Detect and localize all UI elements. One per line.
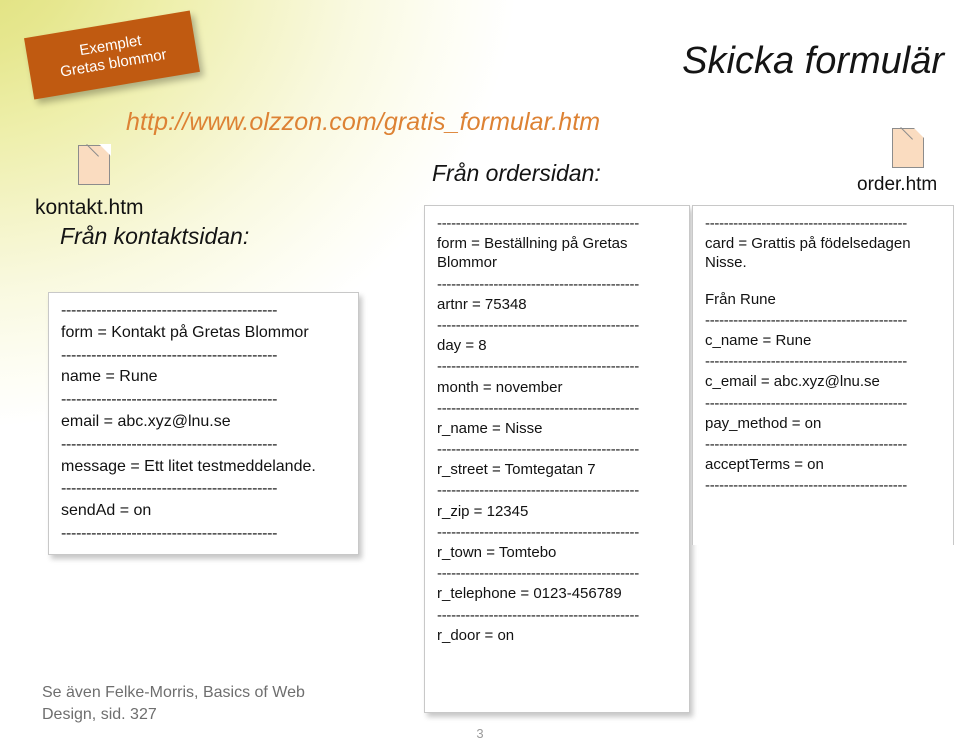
data-row: c_email = abc.xyz@lnu.se <box>705 373 880 391</box>
separator-line: ----------------------------------------… <box>705 311 907 329</box>
separator-line: ----------------------------------------… <box>61 302 278 319</box>
data-row: pay_method = on <box>705 414 822 432</box>
data-row: form = Kontakt på Gretas Blommor <box>61 323 309 341</box>
data-row: Från Rune <box>705 290 776 308</box>
data-row: r_town = Tomtebo <box>437 544 557 561</box>
separator-line: ----------------------------------------… <box>61 524 278 542</box>
data-row: artnr = 75348 <box>437 295 527 313</box>
separator-line: ----------------------------------------… <box>61 435 278 453</box>
separator-line: ----------------------------------------… <box>437 523 639 541</box>
separator-line: ----------------------------------------… <box>437 606 639 624</box>
footnote: Se även Felke-Morris, Basics of Web Desi… <box>42 684 305 724</box>
data-row: acceptTerms = on <box>705 456 824 474</box>
separator-line: ----------------------------------------… <box>705 394 907 412</box>
heading-order: Från ordersidan: <box>432 160 601 186</box>
data-row: name = Rune <box>61 368 158 386</box>
separator-line: ----------------------------------------… <box>437 399 639 417</box>
separator-line: ----------------------------------------… <box>61 480 278 498</box>
slide-canvas: Exemplet Gretas blommor http://www.olzzo… <box>0 0 960 746</box>
file-icon-order <box>892 114 925 168</box>
file-icon-kontakt <box>78 131 111 185</box>
page-url: http://www.olzzon.com/gratis_formular.ht… <box>126 108 601 136</box>
separator-line: ----------------------------------------… <box>437 482 639 500</box>
data-row: day = 8 <box>437 337 487 355</box>
page-title: Skicka formulär <box>682 40 944 82</box>
file-label-kontakt: kontakt.htm <box>35 196 144 219</box>
separator-line: ----------------------------------------… <box>61 391 278 409</box>
data-row: c_name = Rune <box>705 331 812 349</box>
order-data-box: ----------------------------------------… <box>424 205 690 713</box>
file-label-order: order.htm <box>857 174 938 195</box>
kontakt-data-box: ----------------------------------------… <box>48 292 359 555</box>
data-row: r_zip = 12345 <box>437 502 529 520</box>
data-row: r_telephone = 0123-456789 <box>437 585 622 603</box>
separator-line: ----------------------------------------… <box>705 215 907 232</box>
data-row: email = abc.xyz@lnu.se <box>61 412 231 430</box>
data-row: form = Beställning på Gretas Blommor <box>437 235 628 272</box>
data-row: r_door = on <box>437 626 515 644</box>
data-row: r_street = Tomtegatan 7 <box>437 461 596 479</box>
page-number: 3 <box>476 726 484 741</box>
separator-line: ----------------------------------------… <box>705 477 907 495</box>
card-data-box: ----------------------------------------… <box>692 205 954 545</box>
separator-line: ----------------------------------------… <box>705 435 907 453</box>
data-row: card = Grattis på födelsedagen Nisse. <box>705 235 911 272</box>
example-ribbon: Exemplet Gretas blommor <box>24 10 200 100</box>
separator-line: ----------------------------------------… <box>437 358 639 376</box>
separator-line: ----------------------------------------… <box>437 565 639 583</box>
separator-line: ----------------------------------------… <box>61 346 278 364</box>
separator-line: ----------------------------------------… <box>437 275 639 293</box>
heading-kontakt: Från kontaktsidan: <box>60 223 250 249</box>
data-row: sendAd = on <box>61 502 152 520</box>
separator-line: ----------------------------------------… <box>437 215 639 232</box>
data-row: message = Ett litet testmeddelande. <box>61 457 316 475</box>
separator-line: ----------------------------------------… <box>437 316 639 334</box>
separator-line: ----------------------------------------… <box>705 353 907 371</box>
data-row: month = november <box>437 378 563 396</box>
separator-line: ----------------------------------------… <box>437 441 639 459</box>
data-row: r_name = Nisse <box>437 419 543 437</box>
